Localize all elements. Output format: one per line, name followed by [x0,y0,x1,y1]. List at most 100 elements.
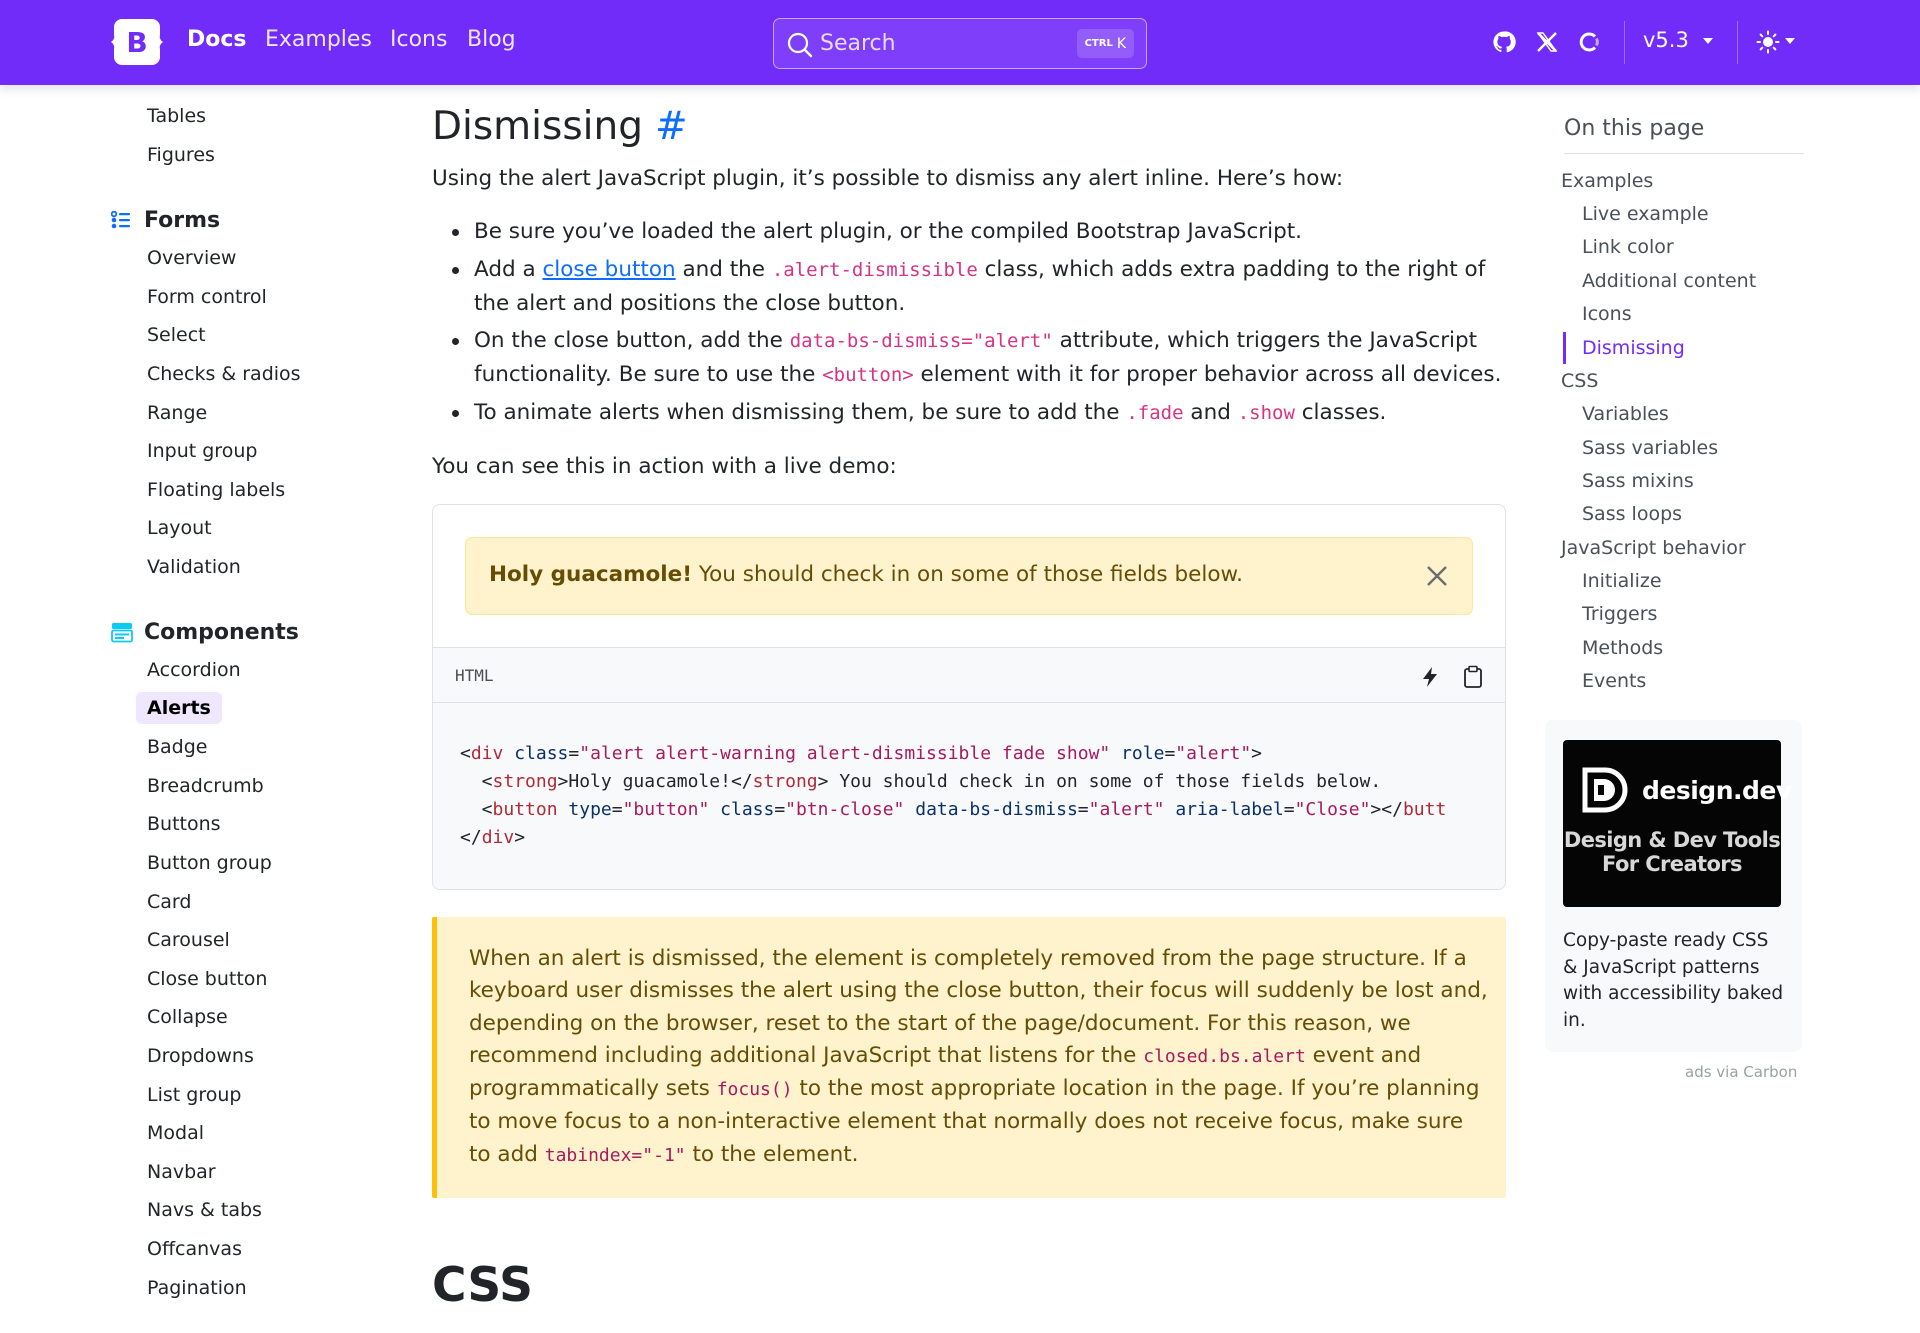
list-item: Be sure you’ve loaded the alert plugin, … [452,215,1509,248]
nav-divider [1737,21,1738,64]
sidebar-item-offcanvas[interactable]: Offcanvas [147,1238,242,1260]
alert-message: Holy guacamole! You should check in on s… [489,562,1243,587]
sidebar-item-form-control[interactable]: Form control [147,286,267,308]
sidebar-item-validation[interactable]: Validation [147,556,241,578]
code-line: <strong>Holy guacamole!</strong> You sho… [460,771,1382,792]
sidebar-item-tables[interactable]: Tables [147,105,206,127]
toc-active-indicator [1563,332,1566,364]
sidebar-item-navbar[interactable]: Navbar [147,1161,216,1183]
toc-item-initialize[interactable]: Initialize [1582,570,1662,592]
search-button[interactable]: Search CTRL K [773,18,1147,69]
sidebar-item-breadcrumb[interactable]: Breadcrumb [147,775,264,797]
live-example: Holy guacamole! You should check in on s… [432,504,1506,890]
section-heading-dismissing: Dismissing # [432,104,688,149]
opencollective-icon[interactable] [1574,27,1604,57]
sidebar-item-input-group[interactable]: Input group [147,440,257,462]
toc-item-events[interactable]: Events [1582,670,1646,692]
version-dropdown[interactable]: v5.3 [1643,28,1689,52]
search-icon [787,32,813,58]
sidebar-heading-forms: Forms [144,208,221,233]
demo-intro: You can see this in action with a live d… [432,454,897,479]
nav-examples[interactable]: Examples [265,27,372,52]
sidebar-item-button-group[interactable]: Button group [147,852,272,874]
sidebar-item-badge[interactable]: Badge [147,736,208,758]
list-item: On the close button, add the data-bs-dis… [452,324,1509,392]
code-line: </div> [460,827,526,848]
ad-text[interactable]: Copy-paste ready CSS & JavaScript patter… [1563,928,1788,1034]
sidebar-item-carousel[interactable]: Carousel [147,929,230,951]
nav-docs[interactable]: Docs [187,27,247,52]
callout-text: When an alert is dismissed, the element … [469,946,1488,1167]
sidebar-item-accordion[interactable]: Accordion [147,659,241,681]
code-block: <div class="alert alert-warning alert-di… [433,703,1505,889]
sidebar-item-close-button[interactable]: Close button [147,968,267,990]
heading-anchor-link[interactable]: # [655,104,688,149]
sidebar-item-alerts[interactable]: Alerts [136,692,222,724]
toc-item-live-example[interactable]: Live example [1582,203,1709,225]
sidebar-item-figures[interactable]: Figures [147,144,215,166]
ad-tagline: Design & Dev Tools For Creators [1563,828,1781,876]
accessibility-callout: When an alert is dismissed, the element … [432,917,1506,1198]
sidebar-item-checks-radios[interactable]: Checks & radios [147,363,301,385]
code-language-label: HTML [455,666,494,685]
sidebar-item-buttons[interactable]: Buttons [147,813,221,835]
nav-blog[interactable]: Blog [467,27,516,52]
design-dev-logo-icon [1582,767,1628,813]
sidebar-item-floating-labels[interactable]: Floating labels [147,479,285,501]
code-line: <button type="button" class="btn-close" … [460,799,1447,820]
toc-item-dismissing[interactable]: Dismissing [1582,337,1685,359]
section-heading-css: CSS [432,1258,533,1313]
close-icon[interactable] [1422,561,1452,591]
top-navbar: B Docs Examples Icons Blog Search CTRL K … [0,0,1920,85]
bootstrap-logo[interactable]: B [111,19,163,65]
toc-title: On this page [1564,116,1705,141]
github-icon[interactable] [1489,27,1519,57]
sidebar-heading-components: Components [144,620,299,645]
sidebar-item-navs-tabs[interactable]: Navs & tabs [147,1199,262,1221]
toc-item-triggers[interactable]: Triggers [1582,603,1657,625]
docs-sidebar: Tables Figures Forms Overview Form contr… [0,85,400,1333]
list-item: To animate alerts when dismissing them, … [452,396,1509,430]
nav-divider [1624,21,1625,64]
search-shortcut: CTRL K [1076,29,1134,58]
toc-item-link-color[interactable]: Link color [1582,236,1674,258]
toc-item-examples[interactable]: Examples [1561,170,1653,192]
sidebar-item-card[interactable]: Card [147,891,191,913]
toc-item-additional-content[interactable]: Additional content [1582,270,1756,292]
sun-icon[interactable] [1753,27,1783,57]
sidebar-item-layout[interactable]: Layout [147,517,212,539]
toc-item-css[interactable]: CSS [1561,370,1598,392]
sidebar-item-dropdowns[interactable]: Dropdowns [147,1045,254,1067]
nav-icons[interactable]: Icons [390,27,447,52]
toc-item-sass-variables[interactable]: Sass variables [1582,437,1718,459]
toc-item-methods[interactable]: Methods [1582,637,1663,659]
sidebar-item-collapse[interactable]: Collapse [147,1006,228,1028]
chevron-down-icon [1785,38,1795,44]
warning-alert: Holy guacamole! You should check in on s… [465,537,1473,615]
sidebar-item-pagination[interactable]: Pagination [147,1277,247,1299]
toc-item-javascript-behavior[interactable]: JavaScript behavior [1561,537,1746,559]
close-button-link[interactable]: close button [542,257,675,282]
sidebar-item-overview[interactable]: Overview [147,247,236,269]
svg-text:B: B [126,26,147,59]
code-line: <div class="alert alert-warning alert-di… [460,743,1262,764]
toc-item-sass-mixins[interactable]: Sass mixins [1582,470,1694,492]
toc-item-sass-loops[interactable]: Sass loops [1582,503,1682,525]
toc-item-variables[interactable]: Variables [1582,403,1669,425]
ads-via-carbon-link[interactable]: ads via Carbon [1685,1063,1797,1081]
clipboard-icon[interactable] [1460,664,1486,690]
chevron-down-icon [1703,38,1713,44]
ad-image[interactable]: design.dev Design & Dev Tools For Creator… [1563,740,1792,907]
code-snippet-header: HTML [433,647,1505,703]
intro-paragraph: Using the alert JavaScript plugin, it’s … [432,166,1344,191]
carbon-ad[interactable]: design.dev Design & Dev Tools For Creator… [1545,720,1802,1052]
components-icon [111,623,133,643]
x-twitter-icon[interactable] [1532,27,1562,57]
sidebar-item-range[interactable]: Range [147,402,207,424]
sidebar-item-select[interactable]: Select [147,324,206,346]
list-item: Add a close button and the .alert-dismis… [452,253,1509,320]
toc-item-icons[interactable]: Icons [1582,303,1632,325]
stackblitz-lightning-icon[interactable] [1417,664,1443,690]
sidebar-item-list-group[interactable]: List group [147,1084,241,1106]
sidebar-item-modal[interactable]: Modal [147,1122,204,1144]
